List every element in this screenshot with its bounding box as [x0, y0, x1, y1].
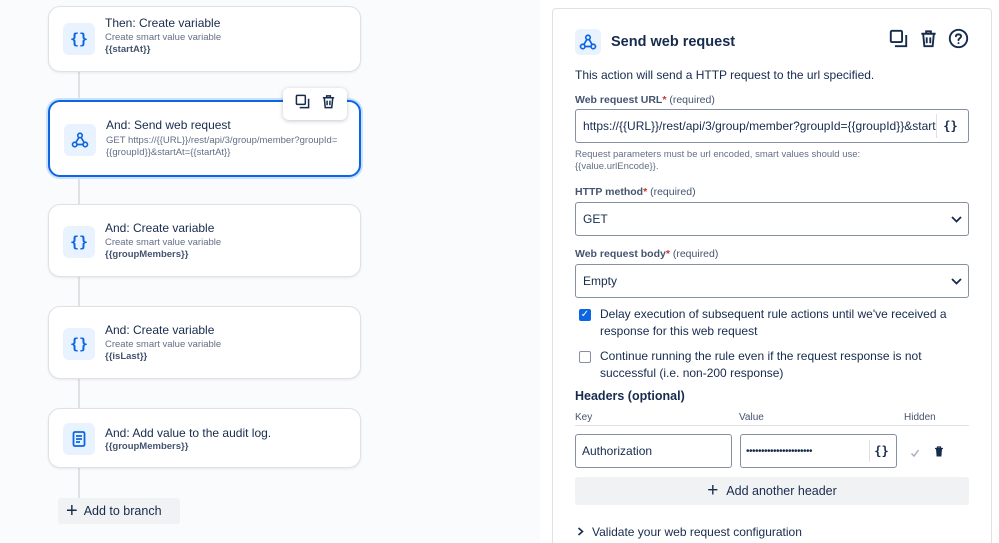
panel-title: Send web request	[611, 34, 736, 50]
step-value: {{groupMembers}}	[105, 441, 189, 452]
step-subtitle: GET https://{{URL}}/rest/api/3/group/mem…	[106, 135, 338, 158]
webhook-icon	[575, 29, 601, 55]
curly-braces-icon: {}	[63, 23, 95, 55]
smart-value-button[interactable]: {}	[936, 114, 964, 138]
plus-icon: +	[66, 500, 78, 522]
chevron-down-icon	[944, 215, 968, 223]
panel-description: This action will send a HTTP request to …	[575, 68, 875, 82]
help-icon[interactable]	[947, 27, 969, 49]
step-title: Then: Create variable	[105, 16, 221, 30]
header-value-column: Value	[739, 412, 764, 423]
url-label: Web request URL* (required)	[575, 94, 715, 106]
delay-execution-option[interactable]: ✓ Delay execution of subsequent rule act…	[579, 306, 959, 340]
step-title: And: Add value to the audit log.	[105, 426, 272, 440]
http-method-select[interactable]: GET	[575, 202, 969, 236]
request-body-select[interactable]: Empty	[575, 264, 969, 298]
rule-step-card[interactable]: {} Then: Create variable Create smart va…	[48, 6, 361, 72]
duplicate-icon[interactable]	[295, 94, 310, 114]
audit-log-icon	[63, 423, 95, 455]
step-value: {{isLast}}	[105, 351, 148, 362]
webhook-icon	[64, 124, 96, 156]
add-to-branch-button[interactable]: + Add to branch	[58, 498, 180, 524]
curly-braces-icon: {}	[63, 226, 95, 258]
header-key-input[interactable]: Authorization	[575, 434, 732, 468]
rule-step-card[interactable]: And: Add value to the audit log. {{group…	[48, 408, 361, 468]
step-subtitle: Create smart value variable	[105, 32, 222, 43]
headers-title: Headers (optional)	[575, 389, 685, 403]
chevron-right-icon	[577, 525, 584, 539]
delay-execution-checkbox[interactable]: ✓	[579, 309, 591, 321]
header-value-masked: ••••••••••••••••••••••	[746, 445, 813, 457]
request-body-label: Web request body* (required)	[575, 248, 719, 260]
url-value: https://{{URL}}/rest/api/3/group/member?…	[583, 119, 936, 133]
header-value-input[interactable]: •••••••••••••••••••••• {}	[740, 434, 897, 468]
trash-icon[interactable]	[321, 94, 336, 114]
step-value: {{groupMembers}}	[105, 249, 189, 260]
http-method-value: GET	[583, 212, 608, 226]
step-title: And: Send web request	[106, 118, 231, 132]
header-key-column: Key	[575, 412, 593, 423]
card-toolbar	[283, 88, 347, 120]
continue-running-checkbox[interactable]	[579, 351, 591, 363]
duplicate-icon[interactable]	[887, 27, 909, 49]
curly-braces-icon: {}	[63, 328, 95, 360]
rule-flow-canvas: {} Then: Create variable Create smart va…	[0, 0, 540, 543]
trash-icon[interactable]	[934, 444, 944, 462]
add-another-header-label: Add another header	[726, 484, 837, 498]
step-value: {{startAt}}	[105, 44, 151, 55]
http-method-label: HTTP method* (required)	[575, 186, 696, 198]
validate-config-toggle[interactable]: Validate your web request configuration	[577, 525, 802, 539]
header-hidden-column: Hidden	[904, 412, 936, 423]
step-title: And: Create variable	[105, 323, 215, 337]
web-request-url-input[interactable]: https://{{URL}}/rest/api/3/group/member?…	[575, 109, 969, 143]
trash-icon[interactable]	[917, 27, 939, 49]
step-subtitle: Create smart value variable	[105, 339, 222, 350]
chevron-down-icon	[944, 277, 968, 285]
request-body-value: Empty	[583, 274, 618, 288]
plus-icon: +	[707, 480, 719, 501]
url-help-text: Request parameters must be url encoded, …	[575, 149, 861, 172]
validate-config-label: Validate your web request configuration	[592, 525, 802, 539]
rule-step-card[interactable]: {} And: Create variable Create smart val…	[48, 306, 361, 379]
smart-value-button[interactable]: {}	[869, 440, 893, 462]
step-title: And: Create variable	[105, 221, 215, 235]
step-subtitle: Create smart value variable	[105, 237, 222, 248]
delay-execution-label: Delay execution of subsequent rule actio…	[600, 307, 947, 338]
rule-step-card[interactable]: {} And: Create variable Create smart val…	[48, 204, 361, 277]
headers-divider	[575, 425, 969, 426]
check-icon[interactable]	[910, 445, 920, 463]
continue-running-label: Continue running the rule even if the re…	[600, 349, 922, 380]
header-key-value: Authorization	[582, 444, 653, 458]
action-config-panel: Send web request This action will send a…	[552, 8, 992, 543]
continue-running-option[interactable]: Continue running the rule even if the re…	[579, 348, 959, 382]
add-to-branch-label: Add to branch	[83, 504, 162, 518]
add-another-header-button[interactable]: + Add another header	[575, 477, 969, 505]
